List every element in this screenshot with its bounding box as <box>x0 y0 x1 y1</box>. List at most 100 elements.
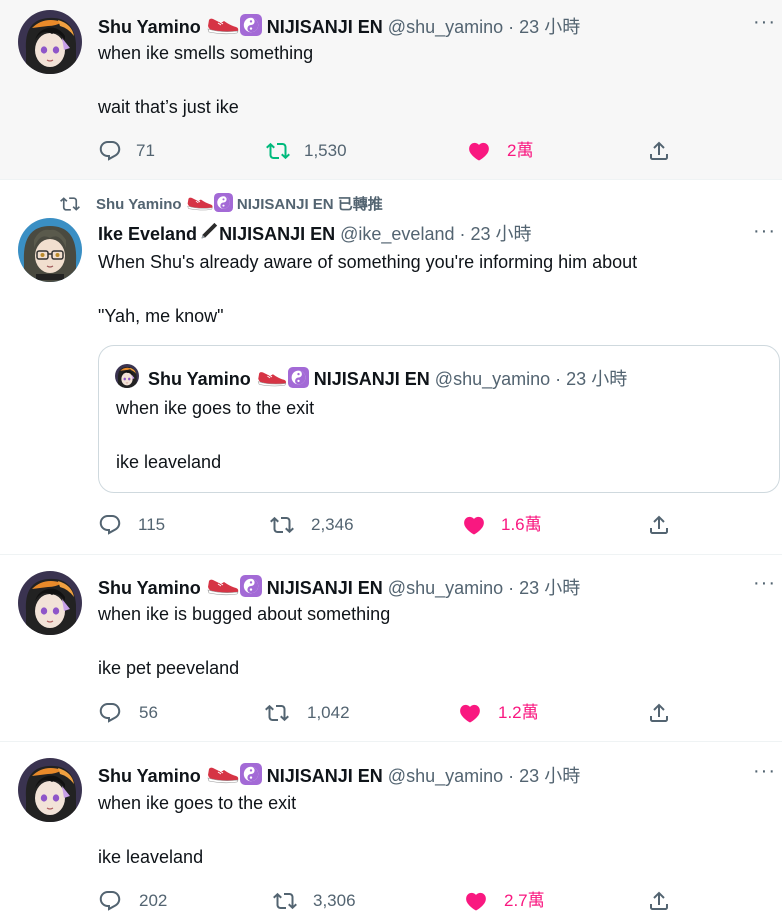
separator: · <box>555 369 562 389</box>
avatar-image <box>18 10 82 74</box>
author-handle[interactable]: @shu_yamino <box>388 766 503 786</box>
retweet-button[interactable]: 3,306 <box>273 889 356 913</box>
reply-count: 56 <box>139 703 158 722</box>
yinyang-icon <box>214 193 233 212</box>
sneaker-icon <box>206 761 240 785</box>
retweeter-name: Shu Yamino <box>96 196 182 213</box>
tweet-text-line: ike leaveland <box>98 847 204 867</box>
avatar-image <box>18 571 82 635</box>
tweet-text-line: when ike smells something <box>98 43 314 63</box>
tweet-header: Shu Yamino NIJISANJI EN @shu_yamino · 23… <box>98 573 580 599</box>
tweet-text-line: "Yah, me know" <box>98 306 224 326</box>
quoted-tweet[interactable]: Shu Yamino NIJISANJI EN @shu_yamino · 23… <box>98 345 780 493</box>
timestamp[interactable]: 23 小時 <box>519 17 580 37</box>
author-handle[interactable]: @ike_eveland <box>340 224 454 244</box>
tweet-header: Shu Yamino NIJISANJI EN @shu_yamino · 23… <box>98 12 580 38</box>
heart-icon <box>467 139 491 163</box>
retweet-button[interactable]: 1,530 <box>266 139 347 163</box>
sneaker-icon <box>186 192 214 212</box>
retweet-icon <box>266 139 290 163</box>
reply-button[interactable]: 71 <box>98 139 155 163</box>
like-count: 1.6萬 <box>501 515 542 534</box>
like-count: 2.7萬 <box>504 891 545 910</box>
author-name[interactable]: Shu Yamino <box>98 766 201 786</box>
timestamp[interactable]: 23 小時 <box>471 224 532 244</box>
like-button[interactable]: 2萬 <box>467 139 533 163</box>
share-button[interactable] <box>647 139 671 163</box>
reply-button[interactable]: 56 <box>98 701 158 725</box>
avatar[interactable] <box>18 10 82 74</box>
sneaker-icon <box>206 12 240 36</box>
share-button[interactable] <box>647 701 671 725</box>
like-count: 2萬 <box>507 141 534 160</box>
like-button[interactable]: 1.2萬 <box>458 701 539 725</box>
tweet-text-line: when ike is bugged about something <box>98 604 391 624</box>
retweet-icon <box>270 513 294 537</box>
tweet-header: Ike Eveland NIJISANJI EN @ike_eveland · 2… <box>98 221 532 245</box>
separator: · <box>508 578 515 598</box>
tweet[interactable]: Shu Yamino NIJISANJI EN @shu_yamino · 23… <box>0 0 782 180</box>
author-name[interactable]: Shu Yamino <box>98 578 201 598</box>
avatar-image <box>18 758 82 822</box>
sneaker-icon <box>206 573 240 597</box>
quoted-avatar <box>115 364 139 388</box>
quoted-timestamp: 23 小時 <box>566 369 628 389</box>
share-icon <box>647 701 671 725</box>
retweet-icon <box>60 194 80 214</box>
avatar[interactable] <box>18 571 82 635</box>
reply-icon <box>98 139 122 163</box>
tweet-header: Shu Yamino NIJISANJI EN @shu_yamino · 23… <box>98 761 580 787</box>
separator: · <box>508 17 515 37</box>
more-icon[interactable]: ··· <box>753 573 776 593</box>
timestamp[interactable]: 23 小時 <box>519 766 580 786</box>
author-org[interactable]: NIJISANJI EN <box>219 224 335 244</box>
tweet[interactable]: Shu Yamino NIJISANJI EN @shu_yamino · 23… <box>0 742 782 910</box>
retweet-icon <box>273 889 297 913</box>
retweet-label: 已轉推 <box>337 196 383 213</box>
tweet-text-line: when ike goes to the exit <box>98 793 297 813</box>
more-icon[interactable]: ··· <box>753 761 776 781</box>
share-button[interactable] <box>647 889 671 913</box>
author-name[interactable]: Ike Eveland <box>98 224 197 244</box>
reply-count: 115 <box>138 515 166 534</box>
quoted-text-line: when ike goes to the exit <box>116 398 315 418</box>
more-icon[interactable]: ··· <box>753 221 776 241</box>
yinyang-icon <box>288 367 309 388</box>
retweet-button[interactable]: 1,042 <box>265 701 350 725</box>
reply-button[interactable]: 115 <box>98 513 165 537</box>
retweet-count: 3,306 <box>313 891 356 910</box>
quoted-text-line: ike leaveland <box>116 452 222 472</box>
like-count: 1.2萬 <box>498 703 539 722</box>
share-icon <box>647 889 671 913</box>
tweet[interactable]: Shu Yamino NIJISANJI EN @shu_yamino · 23… <box>0 555 782 742</box>
author-org[interactable]: NIJISANJI EN <box>267 766 383 786</box>
retweet-button[interactable]: 2,346 <box>270 513 354 537</box>
share-icon <box>647 139 671 163</box>
avatar-image <box>115 364 139 388</box>
retweet-context[interactable]: Shu Yamino NIJISANJI EN 已轉推 <box>60 192 383 214</box>
author-name[interactable]: Shu Yamino <box>98 17 201 37</box>
more-icon[interactable]: ··· <box>753 12 776 32</box>
reply-icon <box>98 701 122 725</box>
avatar[interactable] <box>18 758 82 822</box>
quoted-author-org: NIJISANJI EN <box>313 369 430 389</box>
heart-icon <box>462 513 486 537</box>
retweet-count: 1,042 <box>307 703 350 722</box>
share-button[interactable] <box>647 513 671 537</box>
author-org[interactable]: NIJISANJI EN <box>267 578 383 598</box>
reply-count: 71 <box>136 141 155 160</box>
separator: · <box>459 224 466 244</box>
author-handle[interactable]: @shu_yamino <box>388 578 503 598</box>
retweet-count: 1,530 <box>304 141 347 160</box>
author-handle[interactable]: @shu_yamino <box>388 17 503 37</box>
avatar[interactable] <box>18 218 82 282</box>
reply-button[interactable]: 202 <box>98 889 167 913</box>
author-org[interactable]: NIJISANJI EN <box>267 17 383 37</box>
avatar-image <box>18 218 82 282</box>
heart-icon <box>458 701 482 725</box>
like-button[interactable]: 2.7萬 <box>464 889 545 913</box>
yinyang-icon <box>240 763 262 785</box>
like-button[interactable]: 1.6萬 <box>462 513 542 537</box>
reply-count: 202 <box>139 891 168 910</box>
timestamp[interactable]: 23 小時 <box>519 578 580 598</box>
